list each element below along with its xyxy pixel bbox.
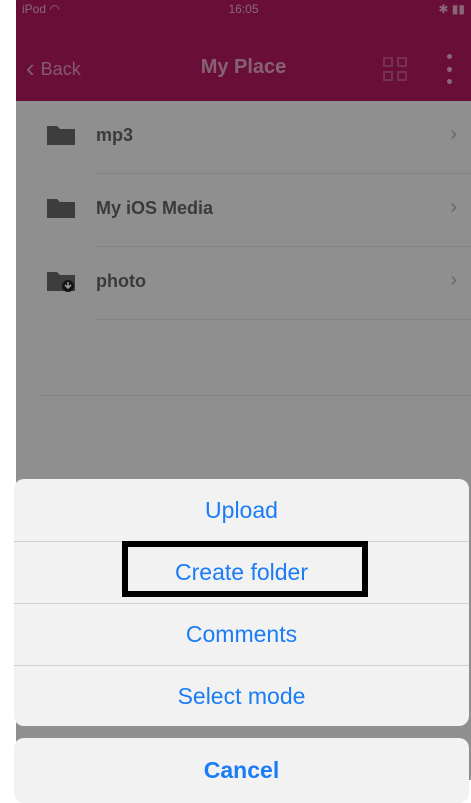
cancel-button[interactable]: Cancel [14,738,469,803]
cancel-panel: Cancel [14,738,469,803]
highlight-box [122,541,368,597]
action-sheet: Upload Create folder Comments Select mod… [14,479,469,726]
comments-button[interactable]: Comments [14,603,469,665]
upload-button[interactable]: Upload [14,479,469,541]
select-mode-button[interactable]: Select mode [14,665,469,726]
